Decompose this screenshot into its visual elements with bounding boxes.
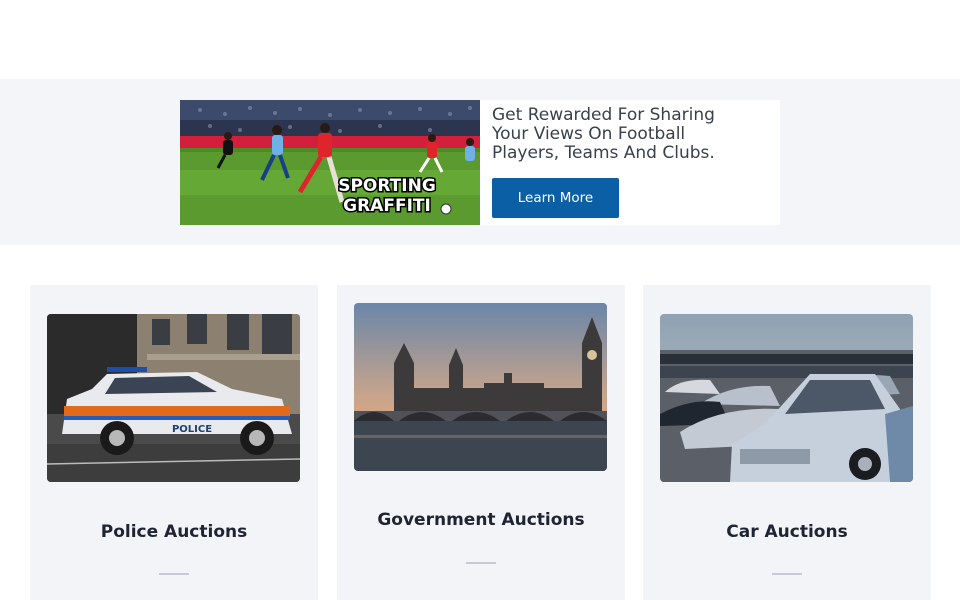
card-title[interactable]: Car Auctions xyxy=(643,522,931,542)
football-ad-image[interactable]: SPORTING GRAFFITI xyxy=(180,100,480,225)
learn-more-button[interactable]: Learn More xyxy=(492,178,619,218)
car-lot-image[interactable] xyxy=(660,314,913,482)
header-area xyxy=(0,0,960,79)
card-divider xyxy=(466,562,496,564)
auction-categories: POLICE Police Auctions Government Auctio… xyxy=(0,245,960,600)
ad-banner-section: SPORTING GRAFFITI Get Rewarded For Shari… xyxy=(0,79,960,245)
westminster-image[interactable] xyxy=(354,303,607,471)
sporting-graffiti-logo-line1: SPORTING xyxy=(338,176,436,196)
card-divider xyxy=(772,573,802,575)
police-car-lettering: POLICE xyxy=(172,424,212,435)
sporting-graffiti-ad[interactable]: SPORTING GRAFFITI Get Rewarded For Shari… xyxy=(180,100,780,225)
card-title[interactable]: Government Auctions xyxy=(337,510,625,530)
sporting-graffiti-logo-line2: GRAFFITI xyxy=(343,196,431,216)
car-auctions-card[interactable]: Car Auctions xyxy=(643,285,931,600)
card-title[interactable]: Police Auctions xyxy=(30,522,318,542)
government-auctions-card[interactable]: Government Auctions xyxy=(337,285,625,600)
police-auctions-card[interactable]: POLICE Police Auctions xyxy=(30,285,318,600)
card-divider xyxy=(159,573,189,575)
police-car-image[interactable]: POLICE xyxy=(47,314,300,482)
ad-headline: Get Rewarded For Sharing Your Views On F… xyxy=(492,105,715,163)
